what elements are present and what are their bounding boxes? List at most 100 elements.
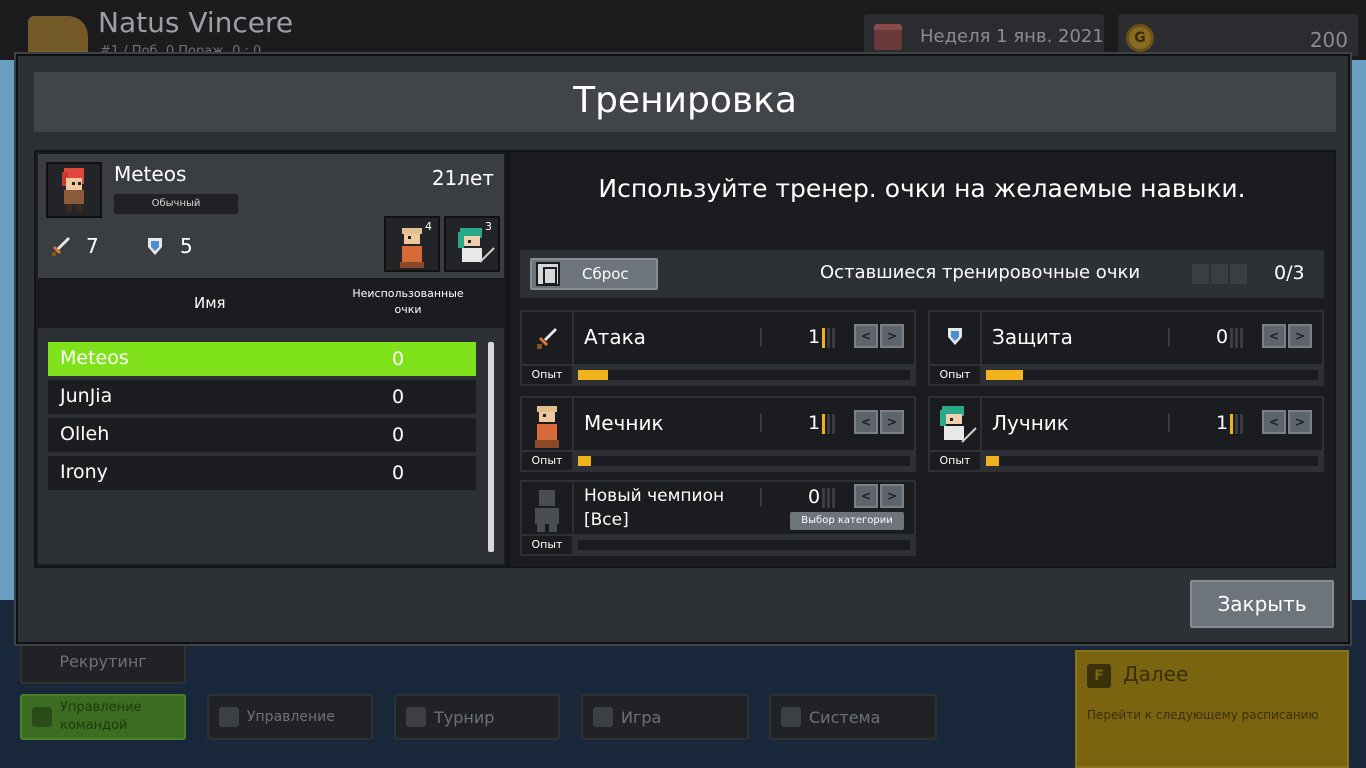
- tournament-label: Турнир: [434, 707, 495, 727]
- next-schedule-button: F Далее Перейти к следующему расписанию: [1075, 650, 1349, 768]
- player-avatar-icon: [62, 168, 84, 212]
- team-logo-icon: [28, 16, 88, 56]
- roster-player-points: 0: [392, 424, 405, 446]
- skill-level: 1: [1216, 412, 1229, 434]
- column-unused-points: Неиспользованные очки: [352, 287, 464, 316]
- roster-player-name: Meteos: [60, 347, 129, 369]
- management-button: Управление: [207, 694, 373, 740]
- xp-bar: [574, 366, 914, 384]
- top-bar: Natus Vincere #1 / Поб. 0 Пораж. 0 : 0 Н…: [0, 0, 1366, 60]
- money-display: G 200: [1118, 14, 1358, 56]
- training-modal: Тренировка Meteos Обычный 21лет 7 5 4 3 …: [16, 54, 1350, 644]
- defense-value: 5: [180, 234, 193, 258]
- attack-stat: 7: [50, 234, 99, 258]
- skill-level-bar: [822, 328, 835, 348]
- xp-fill: [578, 370, 608, 380]
- increase-button[interactable]: >: [880, 484, 904, 508]
- skill-attack: Атака 1 < > Опыт: [520, 310, 916, 386]
- remaining-points-label: Оставшиеся тренировочные очки: [820, 262, 1141, 283]
- roster-row[interactable]: Meteos 0: [48, 342, 476, 376]
- money-value: 200: [1309, 28, 1348, 52]
- key-d-icon: [536, 262, 560, 286]
- roster-scrollbar[interactable]: [488, 342, 494, 552]
- game-label: Игра: [621, 707, 662, 727]
- defense-stat: 5: [144, 234, 193, 258]
- player-portrait: [46, 162, 102, 218]
- close-button[interactable]: Закрыть: [1190, 580, 1334, 628]
- management-label: Управление: [247, 709, 335, 725]
- gamepad-icon: [593, 707, 613, 727]
- column-name: Имя: [194, 294, 226, 312]
- champion-archer: 3: [444, 216, 500, 272]
- reset-bar: Сброс Оставшиеся тренировочные очки 0/3: [520, 250, 1324, 298]
- roster-player-name: Olleh: [60, 423, 110, 445]
- player-age: 21лет: [431, 166, 494, 190]
- gear-icon: [781, 707, 801, 727]
- reset-button[interactable]: Сброс: [530, 258, 658, 290]
- skill-name: Мечник: [584, 411, 664, 435]
- player-card: Meteos Обычный 21лет 7 5 4 3: [38, 154, 504, 278]
- increase-button[interactable]: >: [1288, 410, 1312, 434]
- skill-name: Лучник: [992, 411, 1069, 435]
- coin-icon: G: [1126, 24, 1154, 52]
- decrease-button[interactable]: <: [854, 410, 878, 434]
- champion-swordsman: 4: [384, 216, 440, 272]
- skill-level-bar: [822, 414, 835, 434]
- xp-bar: [982, 452, 1322, 470]
- roster-row[interactable]: Olleh 0: [48, 418, 476, 452]
- skill-level: 1: [808, 412, 821, 434]
- key-f-icon: F: [1087, 664, 1111, 688]
- skill-level-bar: [822, 488, 835, 508]
- champion-category: [Все]: [584, 510, 629, 530]
- skill-name: Атака: [584, 325, 646, 349]
- modal-header: Тренировка: [34, 72, 1336, 132]
- tournament-button: Турнир: [394, 694, 560, 740]
- xp-bar: [574, 536, 914, 554]
- skill-defense: Защита 0 < > Опыт: [928, 310, 1324, 386]
- shield-icon: [948, 328, 962, 345]
- xp-fill: [986, 370, 1023, 380]
- xp-label: Опыт: [522, 452, 572, 470]
- modal-title: Тренировка: [573, 80, 797, 121]
- silhouette-icon: [535, 490, 559, 532]
- player-panel: Meteos Обычный 21лет 7 5 4 3 Имя Неиспол…: [34, 150, 508, 568]
- xp-bar: [574, 452, 914, 470]
- skill-level: 1: [808, 326, 821, 348]
- skill-name: Новый чемпион: [584, 486, 725, 506]
- select-category-button[interactable]: Выбор категории: [790, 512, 904, 530]
- champion-level: 4: [425, 220, 432, 233]
- team-name: Natus Vincere: [98, 6, 294, 39]
- decrease-button[interactable]: <: [854, 324, 878, 348]
- roster-header: Имя Неиспользованные очки: [38, 278, 504, 328]
- team-management-label: Управление командой: [60, 700, 142, 733]
- game-button: Игра: [581, 694, 749, 740]
- roster-list: Meteos 0 JunJia 0 Olleh 0 Irony 0: [38, 328, 504, 564]
- xp-label: Опыт: [522, 536, 572, 554]
- increase-button[interactable]: >: [880, 410, 904, 434]
- recruit-button: Рекрутинг: [20, 638, 186, 684]
- decrease-button[interactable]: <: [1262, 410, 1286, 434]
- skill-archer: Лучник 1 < > Опыт: [928, 396, 1324, 472]
- increase-button[interactable]: >: [880, 324, 904, 348]
- decrease-button[interactable]: <: [1262, 324, 1286, 348]
- skill-level: 0: [808, 486, 821, 508]
- archer-icon: [940, 406, 977, 443]
- system-label: Система: [809, 707, 881, 727]
- roster-player-name: JunJia: [60, 385, 113, 407]
- roster-player-name: Irony: [60, 461, 108, 483]
- decrease-button[interactable]: <: [854, 484, 878, 508]
- remaining-points-value: 0/3: [1274, 262, 1305, 284]
- skill-new-champion: Новый чемпион [Все] 0 < > Выбор категори…: [520, 480, 916, 556]
- xp-label: Опыт: [930, 452, 980, 470]
- xp-bar: [982, 366, 1322, 384]
- recruit-label: Рекрутинг: [59, 651, 147, 671]
- next-title: Далее: [1123, 662, 1189, 686]
- roster-row[interactable]: Irony 0: [48, 456, 476, 490]
- shield-icon: [32, 707, 52, 727]
- skill-swordsman: Мечник 1 < > Опыт: [520, 396, 916, 472]
- date-text: Неделя 1 янв. 2021: [920, 26, 1104, 47]
- remaining-points-bar: [1192, 264, 1247, 284]
- roster-row[interactable]: JunJia 0: [48, 380, 476, 414]
- increase-button[interactable]: >: [1288, 324, 1312, 348]
- reset-label: Сброс: [582, 265, 629, 283]
